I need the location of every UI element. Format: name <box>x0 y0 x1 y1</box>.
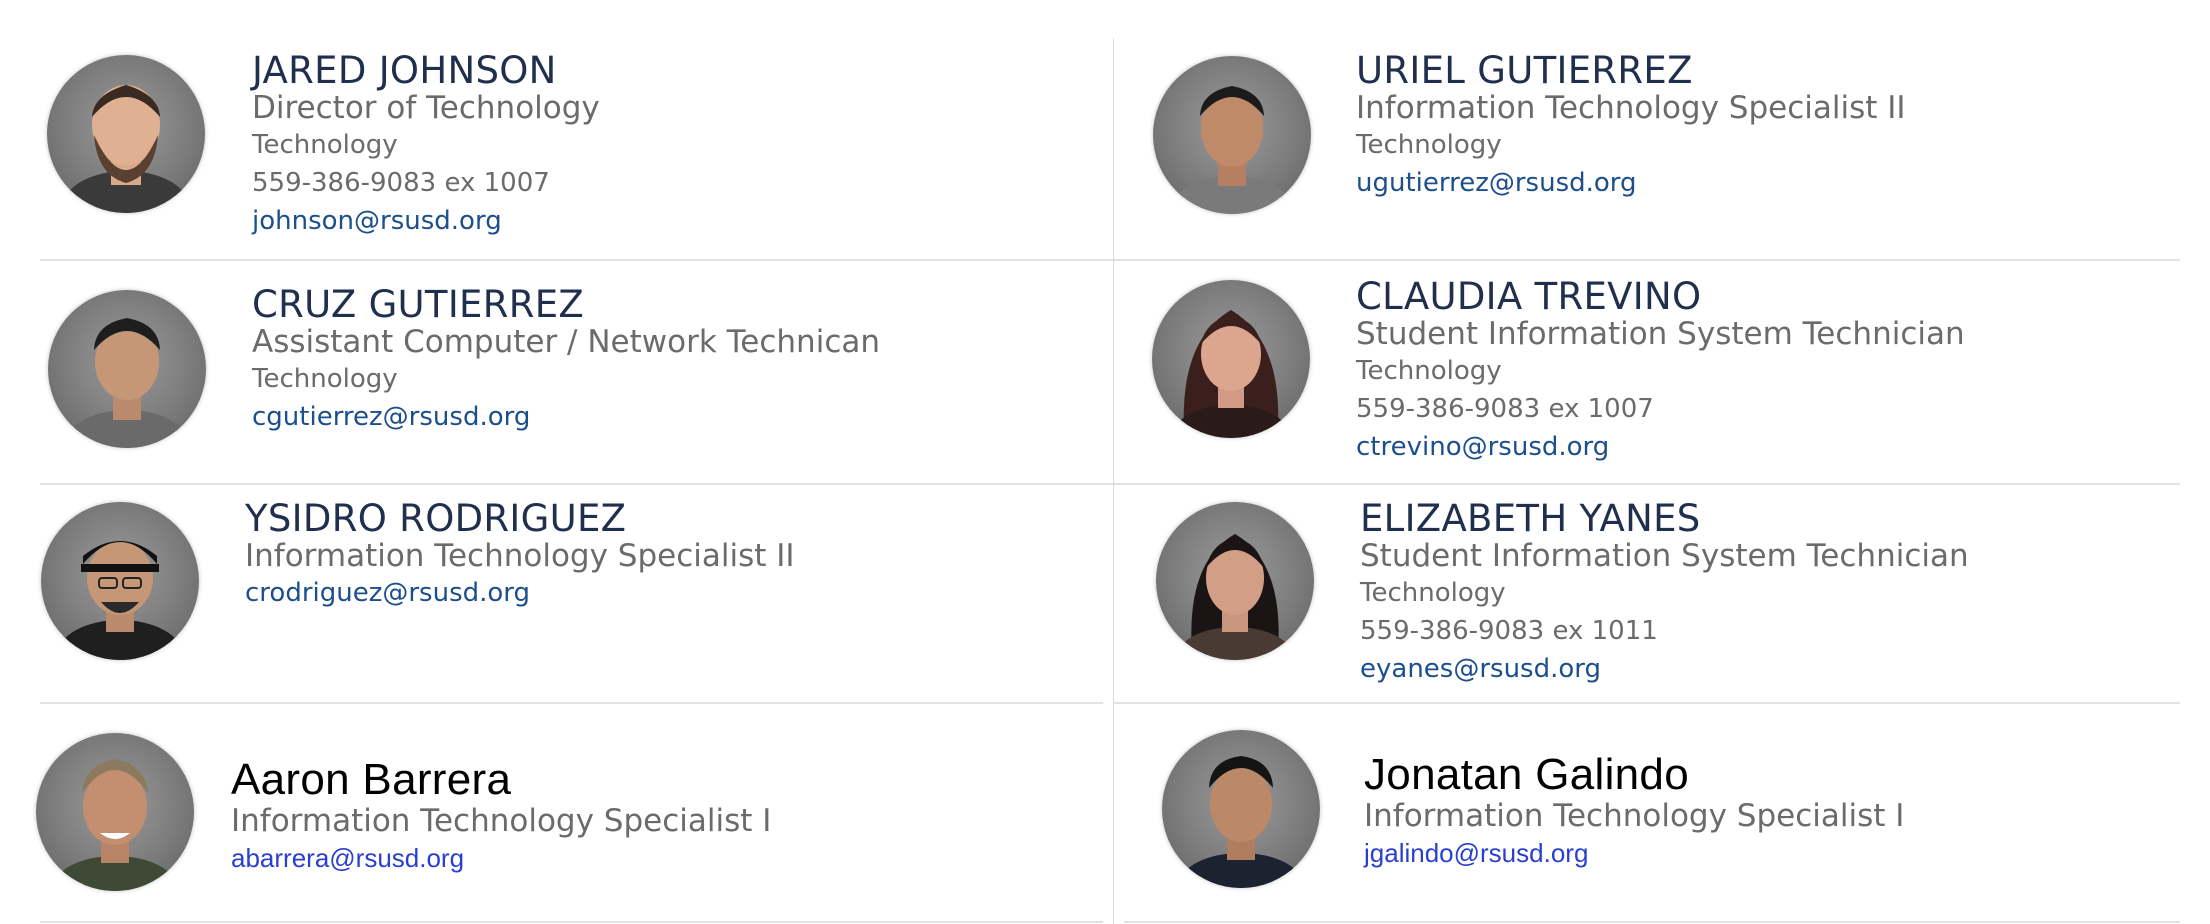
staff-department: Technology <box>1356 130 1502 160</box>
row-divider <box>1124 921 2180 923</box>
row-divider <box>40 921 1103 923</box>
row-divider <box>1114 483 2180 485</box>
staff-title: Information Technology Specialist II <box>245 538 795 574</box>
staff-email-link[interactable]: johnson@rsusd.org <box>252 202 600 240</box>
staff-department: Technology <box>1360 578 1506 608</box>
staff-department: Technology <box>252 364 398 394</box>
staff-phone: 559-386-9083 ex 1007 <box>252 168 550 198</box>
person-photo-icon <box>36 733 194 891</box>
staff-title: Information Technology Specialist II <box>1356 90 1906 126</box>
staff-email-link[interactable]: ctrevino@rsusd.org <box>1356 428 1965 466</box>
staff-name: Aaron Barrera <box>231 755 512 804</box>
staff-name: CLAUDIA TREVINO <box>1356 275 1702 318</box>
person-photo-icon <box>1152 280 1310 438</box>
staff-title: Student Information System Technician <box>1360 538 1969 574</box>
row-divider <box>1114 259 2180 261</box>
staff-name: CRUZ GUTIERREZ <box>252 283 585 326</box>
person-photo-icon <box>47 55 205 213</box>
staff-email-link[interactable]: ugutierrez@rsusd.org <box>1356 164 1906 202</box>
column-divider <box>1113 38 1114 924</box>
staff-name: JARED JOHNSON <box>252 49 557 92</box>
staff-name: Jonatan Galindo <box>1364 750 1689 799</box>
staff-title: Information Technology Specialist I <box>1364 798 1905 834</box>
staff-email-link[interactable]: cgutierrez@rsusd.org <box>252 398 880 436</box>
staff-phone: 559-386-9083 ex 1007 <box>1356 394 1654 424</box>
row-divider <box>40 259 1113 261</box>
staff-name: URIEL GUTIERREZ <box>1356 49 1693 92</box>
person-photo-icon <box>41 502 199 660</box>
staff-name: ELIZABETH YANES <box>1360 497 1701 540</box>
staff-department: Technology <box>1356 356 1502 386</box>
staff-title: Director of Technology <box>252 90 600 126</box>
person-photo-icon <box>1153 56 1311 214</box>
person-photo-icon <box>1162 730 1320 888</box>
staff-email-link[interactable]: eyanes@rsusd.org <box>1360 650 1969 688</box>
person-photo-icon <box>1156 502 1314 660</box>
person-photo-icon <box>48 290 206 448</box>
row-divider <box>1114 702 2180 704</box>
staff-title: Assistant Computer / Network Technican <box>252 324 881 360</box>
staff-title: Student Information System Technician <box>1356 316 1965 352</box>
row-divider <box>40 483 1113 485</box>
staff-phone: 559-386-9083 ex 1011 <box>1360 616 1658 646</box>
staff-email-link[interactable]: jgalindo@rsusd.org <box>1364 834 1904 872</box>
staff-email-link[interactable]: crodriguez@rsusd.org <box>245 574 795 612</box>
staff-title: Information Technology Specialist I <box>231 803 772 839</box>
row-divider <box>40 702 1103 704</box>
staff-name: YSIDRO RODRIGUEZ <box>245 497 627 540</box>
staff-email-link[interactable]: abarrera@rsusd.org <box>231 839 771 877</box>
staff-department: Technology <box>252 130 398 160</box>
